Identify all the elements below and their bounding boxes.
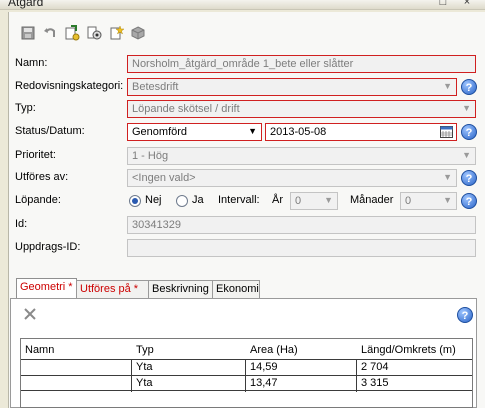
close-icon[interactable]: × [460,0,474,8]
namn-label: Namn: [15,57,48,69]
help-icon[interactable]: ? [461,170,477,186]
col-typ[interactable]: Typ [132,343,158,359]
manader-label: Månader [350,194,394,206]
radio-nej[interactable] [129,195,141,207]
chevron-down-icon: ▼ [462,103,471,113]
cell-typ: Yta [131,360,245,376]
window-title: Åtgärd [8,0,44,9]
manader-value: 0 [405,195,412,207]
prioritet-label: Prioritet: [15,149,56,161]
geometri-pane: ? Namn Typ Area (Ha) Längd/Omkrets (m) Y… [10,298,477,408]
cell-typ: Yta [131,376,245,392]
ar-select[interactable]: 0 ▼ [290,192,338,210]
col-area[interactable]: Area (Ha) [246,343,302,359]
help-icon[interactable]: ? [461,124,477,140]
delete-icon[interactable] [23,307,37,324]
col-namn[interactable]: Namn [21,343,58,359]
id-label: Id: [15,218,28,230]
typ-select[interactable]: Löpande skötsel / drift ▼ [127,100,476,118]
calendar-icon[interactable] [440,126,453,140]
date-value: 2013-05-08 [270,126,327,138]
lopande-row: Löpande: Nej Ja Intervall: År 0 ▼ Månade… [15,192,485,210]
new-item-icon[interactable] [107,24,125,42]
chevron-down-icon: ▼ [443,81,452,91]
intervall-label: Intervall: [218,194,260,206]
ar-label: År [272,194,283,206]
chevron-down-icon: ▼ [443,195,452,205]
lopande-label: Löpande: [15,194,61,206]
table-row[interactable]: Yta 13,47 3 315 [21,375,472,392]
id-field: 30341329 [127,216,476,234]
prioritet-value: 1 - Hög [132,150,169,162]
chevron-down-icon: ▼ [248,126,257,136]
status-label: Status/Datum: [15,125,85,137]
chevron-down-icon: ▼ [324,195,333,205]
geometry-table: Namn Typ Area (Ha) Längd/Omkrets (m) Yta… [20,338,473,408]
chevron-down-icon: ▼ [443,172,452,182]
cube-icon[interactable] [129,24,147,42]
id-value: 30341329 [132,219,181,231]
table-header: Namn Typ Area (Ha) Längd/Omkrets (m) [21,343,472,359]
typ-value: Löpande skötsel / drift [132,103,240,115]
tab-ekonomi[interactable]: Ekonomi [212,280,260,298]
cell-area: 14,59 [245,360,356,376]
pin-edit-icon[interactable] [63,24,81,42]
status-value: Genomförd [132,126,188,138]
cell-langd: 3 315 [356,376,472,392]
undo-icon[interactable] [41,24,59,42]
namn-field[interactable]: Norsholm_åtgärd_område 1_bete eller slåt… [127,55,476,73]
tab-beskrivning[interactable]: Beskrivning [148,280,213,298]
help-icon[interactable]: ? [457,307,473,323]
utfores-label: Utföres av: [15,171,69,183]
uppdrag-field[interactable] [127,239,476,257]
prioritet-select[interactable]: 1 - Hög ▼ [127,147,476,165]
redovisning-value: Betesdrift [132,81,179,93]
status-select[interactable]: Genomförd ▼ [127,123,262,141]
namn-value: Norsholm_åtgärd_område 1_bete eller slåt… [132,58,354,70]
radio-ja-label: Ja [192,194,204,206]
radio-ja[interactable] [176,195,188,207]
utfores-select[interactable]: <Ingen vald> ▼ [127,169,457,187]
tab-geometri[interactable]: Geometri * [16,278,77,299]
redovisning-label: Redovisningskategori: [15,80,124,92]
help-icon[interactable]: ? [461,193,477,209]
table-row[interactable]: Yta 14,59 2 704 [21,359,472,376]
window-titlebar: Åtgärd □ × [0,0,485,10]
col-langd[interactable]: Längd/Omkrets (m) [357,343,460,359]
tab-utfores-pa[interactable]: Utföres på * [76,280,149,298]
chevron-down-icon: ▼ [462,150,471,160]
utfores-value: <Ingen vald> [132,172,196,184]
ar-value: 0 [295,195,302,207]
date-field[interactable]: 2013-05-08 [265,123,457,141]
cell-namn [21,360,131,376]
redovisning-select[interactable]: Betesdrift ▼ [127,78,457,96]
radio-nej-label: Nej [145,194,162,206]
uppdrag-label: Uppdrags-ID: [15,241,81,253]
typ-label: Typ: [15,102,36,114]
manader-select[interactable]: 0 ▼ [400,192,457,210]
cell-langd: 2 704 [356,360,472,376]
save-icon[interactable] [19,24,37,42]
view-icon[interactable] [85,24,103,42]
restore-icon[interactable]: □ [436,0,450,8]
cell-area: 13,47 [245,376,356,392]
cell-namn [21,376,131,392]
help-icon[interactable]: ? [461,79,477,95]
